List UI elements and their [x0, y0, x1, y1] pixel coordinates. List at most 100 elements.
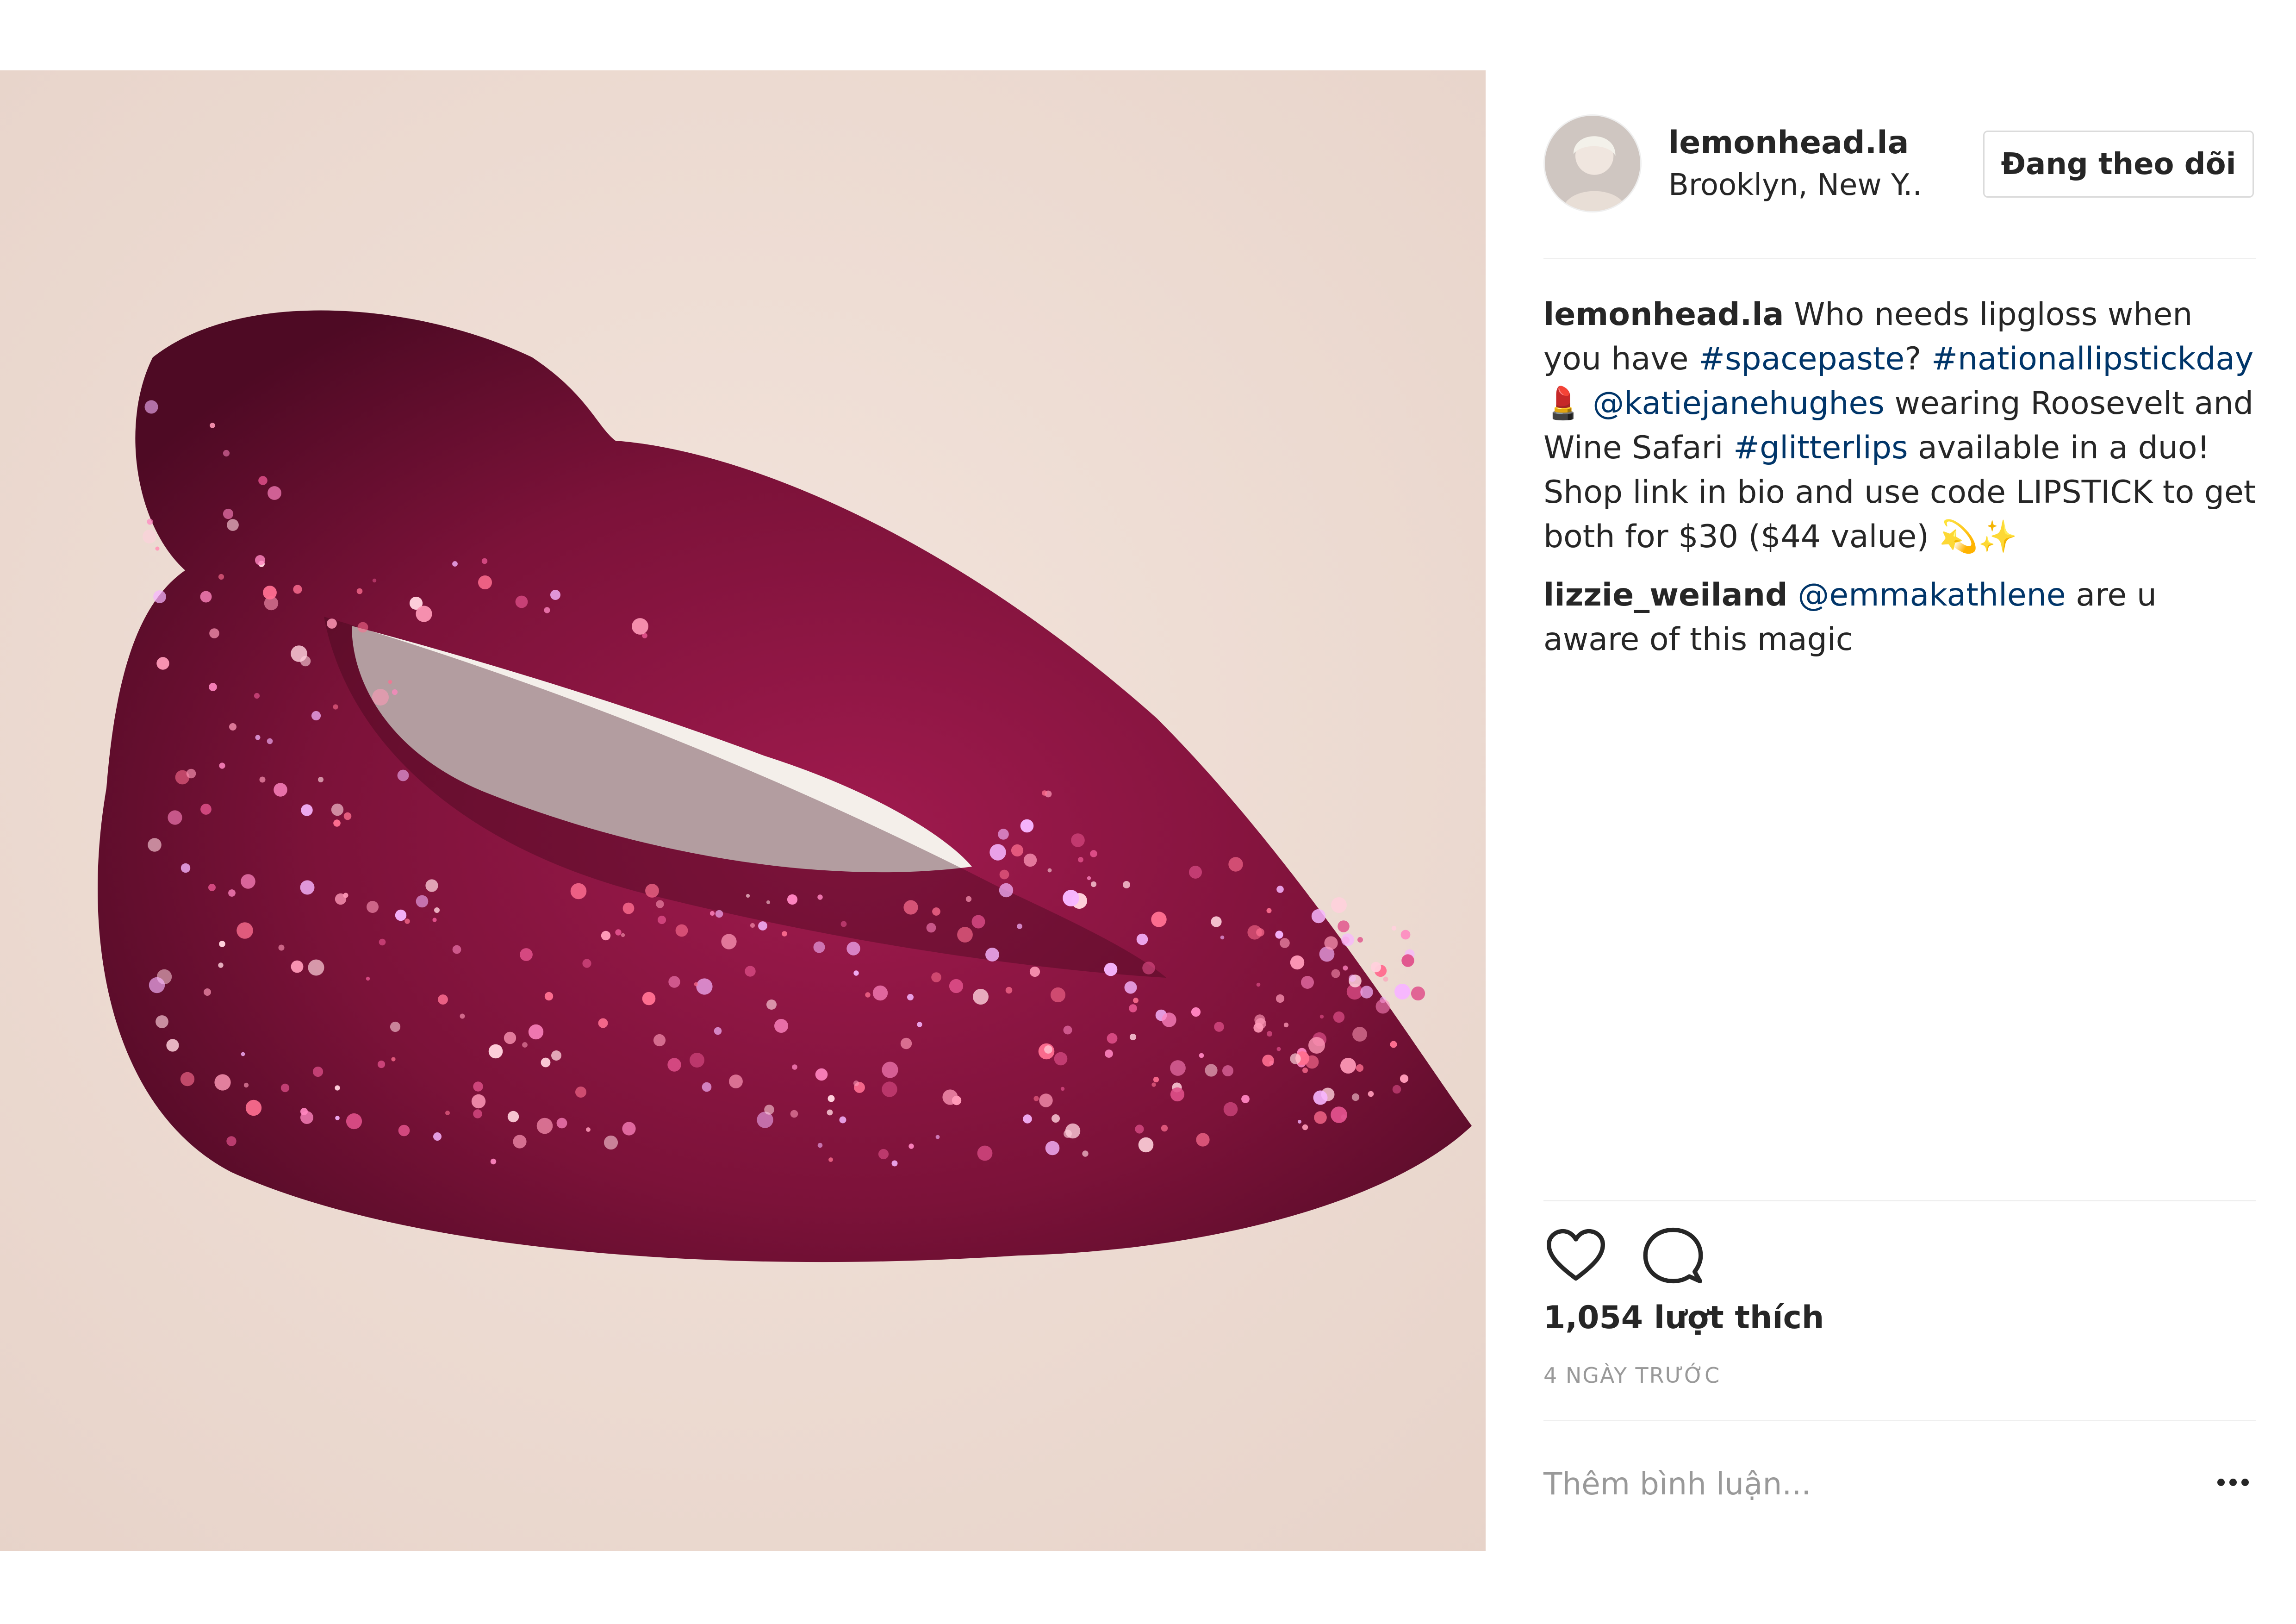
glitter-sparkle — [787, 894, 798, 905]
glitter-sparkle — [846, 942, 860, 956]
glitter-sparkle — [1220, 935, 1225, 940]
glitter-sparkle — [1123, 881, 1130, 888]
glitter-sparkle — [241, 1052, 245, 1056]
comment-bubble-icon[interactable] — [1641, 1223, 1705, 1288]
heart-icon[interactable] — [1543, 1223, 1608, 1288]
glitter-sparkle — [397, 769, 409, 781]
likes-count[interactable]: 1,054 lượt thích — [1543, 1299, 1824, 1336]
glitter-sparkle — [471, 1094, 486, 1109]
glitter-sparkle — [372, 689, 389, 706]
glitter-sparkle — [645, 884, 659, 898]
glitter-sparkle — [392, 689, 398, 695]
glitter-sparkle — [1052, 1114, 1060, 1123]
avatar[interactable] — [1543, 114, 1642, 212]
glitter-sparkle — [395, 909, 407, 921]
glitter-sparkle — [1283, 1022, 1289, 1028]
comment-username[interactable]: lemonhead.la — [1543, 296, 1784, 333]
glitter-sparkle — [745, 966, 756, 977]
glitter-sparkle — [1222, 1065, 1233, 1076]
glitter-sparkle — [1276, 1047, 1281, 1051]
post-header: lemonhead.la Brooklyn, New Y.. Đang theo… — [1543, 114, 2256, 219]
glitter-sparkle — [882, 1062, 898, 1078]
glitter-sparkle — [522, 1042, 528, 1048]
comment-link[interactable]: @emmakathlene — [1798, 577, 2066, 613]
glitter-sparkle — [853, 1081, 859, 1086]
comment-text — [1788, 577, 1798, 613]
glitter-sparkle — [147, 518, 153, 525]
glitter-sparkle — [709, 911, 715, 916]
glitter-sparkle — [1400, 1074, 1409, 1083]
glitter-sparkle — [241, 874, 255, 889]
glitter-sparkle — [1170, 1060, 1186, 1076]
glitter-sparkle — [227, 519, 239, 531]
glitter-sparkle — [1305, 1055, 1319, 1069]
glitter-sparkle — [156, 1015, 168, 1028]
glitter-sparkle — [1280, 938, 1290, 948]
following-button[interactable]: Đang theo dõi — [1983, 131, 2254, 198]
glitter-sparkle — [335, 1085, 340, 1091]
glitter-sparkle — [1087, 876, 1091, 881]
glitter-sparkle — [1142, 962, 1155, 974]
glitter-sparkle — [280, 1083, 290, 1093]
glitter-sparkle — [149, 977, 165, 993]
glitter-sparkle — [1211, 916, 1222, 927]
post-timestamp[interactable]: 4 NGÀY TRƯỚC — [1543, 1363, 1720, 1388]
glitter-sparkle — [903, 900, 918, 915]
post-photo[interactable] — [0, 70, 1486, 1551]
more-options-button[interactable] — [2210, 1459, 2256, 1505]
glitter-sparkle — [218, 574, 224, 580]
glitter-sparkle — [1267, 1031, 1272, 1037]
glitter-sparkle — [144, 400, 158, 414]
glitter-sparkle — [1153, 1076, 1159, 1083]
comment-link[interactable]: #spacepaste — [1699, 341, 1904, 377]
glitter-sparkle — [209, 683, 217, 691]
glitter-sparkle — [1256, 928, 1264, 937]
glitter-sparkle — [1082, 1150, 1089, 1157]
post-username[interactable]: lemonhead.la — [1668, 125, 1909, 161]
glitter-sparkle — [792, 1064, 797, 1070]
glitter-sparkle — [668, 976, 680, 988]
glitter-sparkle — [1308, 1037, 1325, 1054]
glitter-sparkle — [268, 486, 281, 500]
glitter-sparkle — [209, 628, 219, 638]
glitter-sparkle — [460, 1013, 465, 1019]
glitter-sparkle — [223, 450, 230, 457]
glitter-sparkle — [766, 999, 777, 1010]
glitter-sparkle — [900, 1037, 912, 1049]
add-comment-input[interactable]: Thêm bình luận... — [1543, 1466, 1811, 1502]
glitter-sparkle — [621, 933, 625, 937]
glitter-sparkle — [999, 869, 1009, 880]
comment-link[interactable]: #nationallipstickday — [1931, 341, 2253, 377]
comment-link[interactable]: @katiejanehughes — [1593, 385, 1884, 422]
glitter-sparkle — [1290, 955, 1305, 970]
comment-text: 💄 — [1543, 385, 1593, 422]
glitter-sparkle — [388, 680, 392, 684]
glitter-sparkle — [550, 590, 560, 600]
glitter-sparkle — [702, 1082, 712, 1092]
glitter-sparkle — [473, 1109, 482, 1118]
glitter-sparkle — [1151, 912, 1167, 927]
glitter-sparkle — [817, 894, 823, 900]
glitter-sparkle — [942, 1089, 958, 1105]
post-location[interactable]: Brooklyn, New Y.. — [1668, 168, 1955, 202]
glitter-sparkle — [1290, 1053, 1301, 1064]
glitter-sparkle — [872, 985, 888, 1001]
glitter-sparkle — [153, 590, 166, 603]
glitter-sparkle — [1129, 1004, 1137, 1012]
glitter-sparkle — [293, 585, 302, 594]
comment-link[interactable]: #glitterlips — [1733, 430, 1908, 466]
glitter-sparkle — [1054, 1052, 1068, 1066]
glitter-sparkle — [1196, 1133, 1210, 1147]
comment-username[interactable]: lizzie_weiland — [1543, 577, 1788, 613]
glitter-sparkle — [1023, 1114, 1032, 1124]
glitter-sparkle — [180, 1072, 195, 1087]
glitter-sparkle — [208, 884, 216, 891]
glitter-sparkle — [1319, 1014, 1324, 1019]
glitter-sparkle — [536, 1118, 553, 1134]
glitter-sparkle — [1266, 908, 1272, 913]
glitter-sparkle — [1368, 1091, 1374, 1097]
glitter-sparkle — [1338, 920, 1350, 932]
glitter-sparkle — [1341, 933, 1354, 946]
glitter-sparkle — [632, 618, 648, 635]
glitter-sparkle — [931, 972, 941, 982]
